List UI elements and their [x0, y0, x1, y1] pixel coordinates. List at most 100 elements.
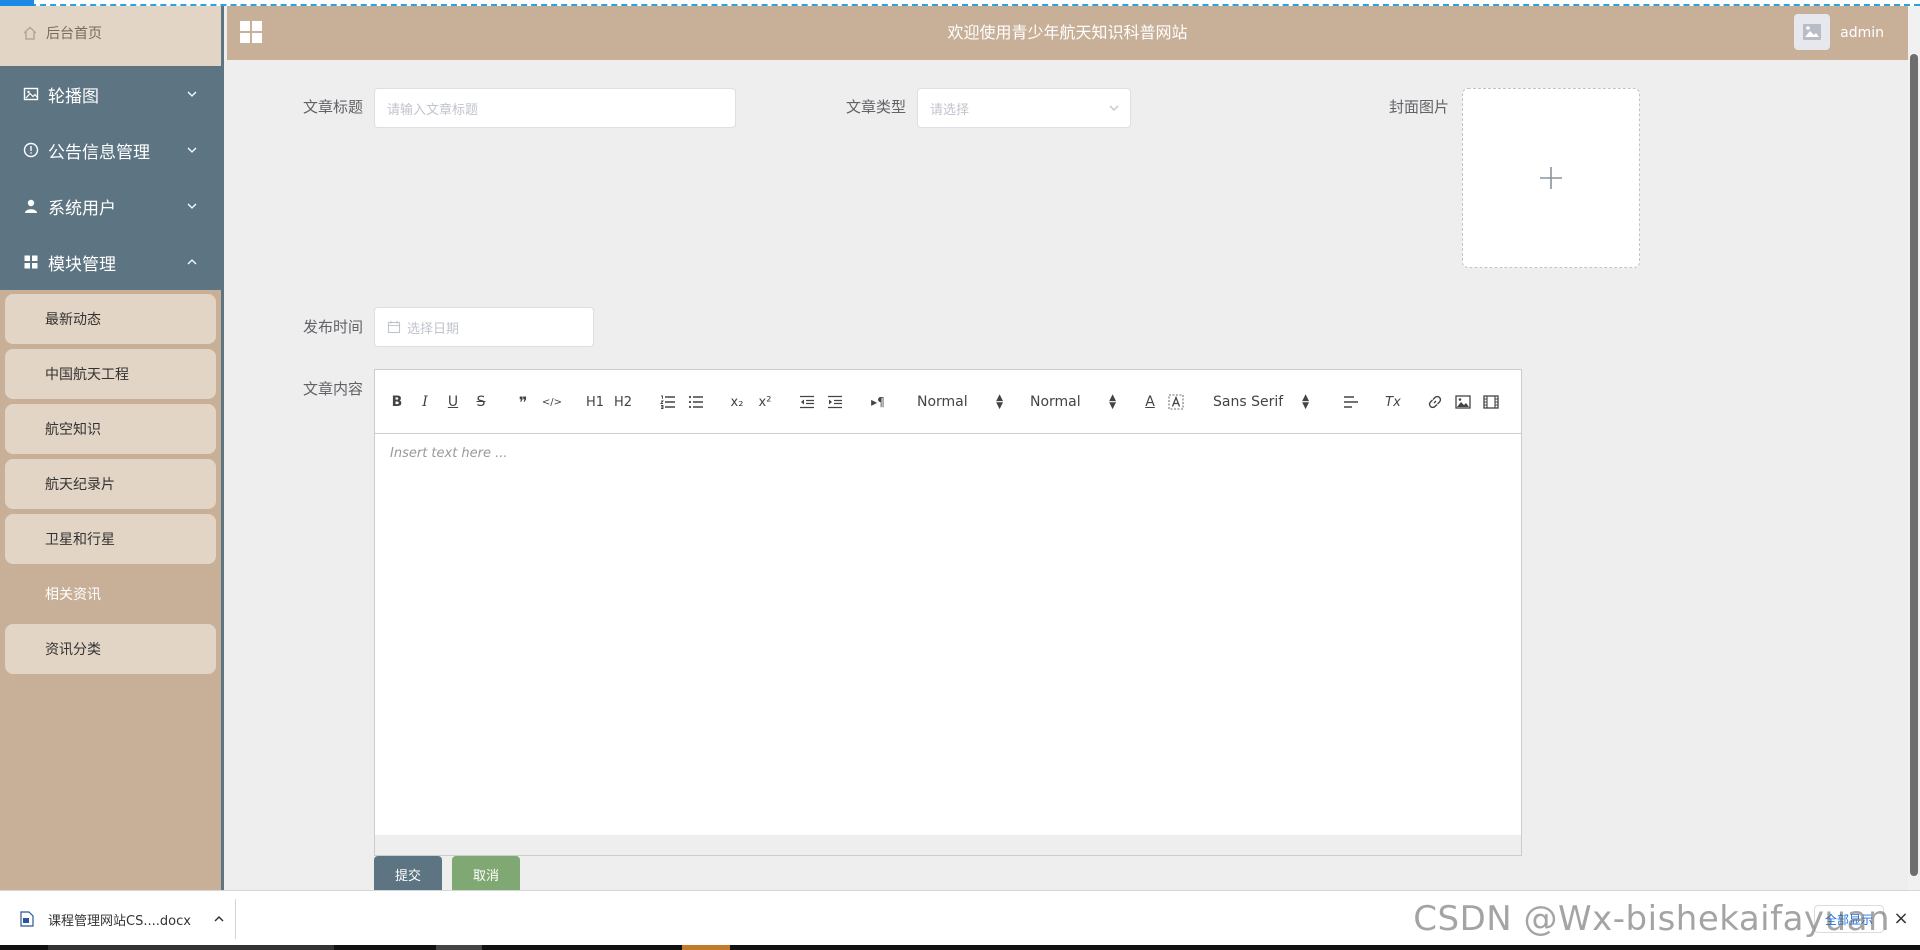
home-icon — [23, 26, 37, 40]
font-picker-label: Sans Serif — [1213, 394, 1284, 410]
top-header: 欢迎使用青少年航天知识科普网站 admin — [227, 6, 1908, 60]
chevron-down-icon — [187, 203, 197, 209]
submenu-item-aviation-knowledge[interactable]: 航空知识 — [5, 404, 216, 454]
sidebar-home-label: 后台首页 — [46, 26, 102, 42]
text-direction-button[interactable]: ▸¶ — [867, 392, 889, 412]
underline-button[interactable]: U — [443, 392, 463, 412]
strike-button[interactable]: S — [471, 392, 491, 412]
date-label: 发布时间 — [302, 318, 363, 336]
updown-arrows-icon: ▲ ▼ — [1109, 393, 1116, 411]
os-taskbar-strip — [0, 945, 1920, 950]
cover-label: 封面图片 — [1388, 98, 1449, 116]
submenu-item-label: 最新动态 — [45, 312, 101, 328]
code-block-button[interactable]: </> — [541, 392, 563, 412]
cancel-button[interactable]: 取消 — [452, 856, 520, 892]
background-color-icon[interactable] — [1166, 392, 1186, 412]
font-picker[interactable]: Sans Serif ▲ ▼ — [1213, 392, 1309, 412]
bold-button[interactable]: B — [387, 392, 407, 412]
size-picker[interactable]: Normal ▲ ▼ — [1030, 392, 1116, 412]
submenu-item-news-categories[interactable]: 资讯分类 — [5, 624, 216, 674]
csdn-watermark: CSDN @Wx-bishekaifayuan — [1413, 899, 1890, 939]
submenu-item-china-space-engineering[interactable]: 中国航天工程 — [5, 349, 216, 399]
type-select[interactable]: 请选择 — [917, 88, 1131, 128]
sidebar-item-module-management[interactable]: 模块管理 — [0, 234, 221, 290]
updown-arrows-icon: ▲ ▼ — [996, 393, 1003, 411]
sidebar-item-label: 系统用户 — [48, 198, 116, 219]
taskbar-segment — [436, 945, 482, 950]
close-download-bar-icon[interactable]: × — [1890, 908, 1912, 930]
download-separator — [235, 899, 236, 939]
updown-arrows-icon: ▲ ▼ — [1302, 393, 1309, 411]
sidebar-item-carousel[interactable]: 轮播图 — [0, 66, 221, 122]
type-placeholder: 请选择 — [930, 102, 970, 118]
link-icon[interactable] — [1425, 392, 1445, 412]
submenu-item-label: 资讯分类 — [45, 642, 101, 658]
submenu-item-latest-news[interactable]: 最新动态 — [5, 294, 216, 344]
ordered-list-icon[interactable] — [658, 392, 678, 412]
submenu-item-satellites-planets[interactable]: 卫星和行星 — [5, 514, 216, 564]
align-icon[interactable] — [1341, 392, 1361, 412]
sidebar: 后台首页 轮播图 公告信息管理 系统用户 模块管理 最新动态 中国航天工程 航空… — [0, 0, 224, 890]
date-picker-input[interactable]: 选择日期 — [374, 307, 594, 347]
image-icon — [22, 85, 40, 103]
subscript-button[interactable]: x₂ — [727, 392, 747, 412]
calendar-icon — [387, 321, 401, 334]
sidebar-item-announcements[interactable]: 公告信息管理 — [0, 122, 221, 178]
title-input[interactable]: 请输入文章标题 — [374, 88, 736, 128]
insert-video-icon[interactable] — [1481, 392, 1501, 412]
avatar-image-icon — [1803, 24, 1821, 40]
sidebar-item-label: 公告信息管理 — [48, 142, 150, 163]
bullet-list-icon[interactable] — [686, 392, 706, 412]
italic-button[interactable]: I — [415, 392, 435, 412]
scrollbar-thumb[interactable] — [1910, 54, 1918, 876]
avatar[interactable] — [1794, 14, 1830, 50]
info-circle-icon — [22, 141, 40, 159]
taskbar-segment — [682, 945, 730, 950]
editor-toolbar: B I U S ❞ </> H1 H2 x₂ x² ▸¶ Normal ▲ ▼ N… — [375, 370, 1521, 434]
sidebar-item-system-users[interactable]: 系统用户 — [0, 178, 221, 234]
title-placeholder: 请输入文章标题 — [387, 102, 479, 118]
username[interactable]: admin — [1840, 6, 1884, 60]
superscript-button[interactable]: x² — [755, 392, 775, 412]
text-color-button[interactable]: A — [1140, 392, 1160, 412]
submit-button[interactable]: 提交 — [374, 856, 442, 892]
submenu-item-space-documentaries[interactable]: 航天纪录片 — [5, 459, 216, 509]
submenu-item-label: 相关资讯 — [45, 587, 101, 603]
date-placeholder: 选择日期 — [407, 321, 460, 337]
sidebar-item-label: 模块管理 — [48, 254, 116, 275]
header2-button[interactable]: H2 — [611, 392, 635, 412]
chevron-down-icon — [187, 147, 197, 153]
outdent-icon[interactable] — [797, 392, 817, 412]
editor-content-area[interactable]: Insert text here ... — [375, 434, 1521, 836]
indent-icon[interactable] — [825, 392, 845, 412]
page-load-strip — [0, 0, 1920, 6]
submenu-item-related-news[interactable]: 相关资讯 — [5, 569, 216, 619]
editor-bottom-strip — [375, 835, 1521, 855]
blockquote-button[interactable]: ❞ — [513, 392, 533, 412]
plus-icon — [1540, 167, 1562, 189]
module-submenu: 最新动态 中国航天工程 航空知识 航天纪录片 卫星和行星 相关资讯 资讯分类 — [0, 290, 221, 681]
chevron-down-icon — [187, 91, 197, 97]
sidebar-menu-group: 轮播图 公告信息管理 系统用户 模块管理 — [0, 66, 221, 290]
size-picker-label: Normal — [1030, 394, 1081, 410]
header1-button[interactable]: H1 — [583, 392, 607, 412]
rich-text-editor[interactable]: B I U S ❞ </> H1 H2 x₂ x² ▸¶ Normal ▲ ▼ N… — [374, 369, 1522, 856]
load-progress — [0, 0, 34, 6]
sidebar-home-item[interactable]: 后台首页 — [0, 0, 221, 66]
editor-placeholder: Insert text here ... — [390, 446, 508, 461]
sidebar-item-label: 轮播图 — [48, 86, 99, 107]
insert-image-icon[interactable] — [1453, 392, 1473, 412]
download-item[interactable]: 课程管理网站CS....docx — [0, 891, 235, 947]
page-scrollbar[interactable] — [1908, 6, 1920, 890]
chevron-up-icon[interactable] — [213, 913, 225, 925]
submenu-item-label: 中国航天工程 — [45, 367, 129, 383]
submenu-item-label: 航空知识 — [45, 422, 101, 438]
cover-upload[interactable] — [1462, 88, 1640, 268]
taskbar-segment — [48, 945, 334, 950]
clean-format-button[interactable]: Tx — [1383, 392, 1403, 412]
download-file-name: 课程管理网站CS....docx — [48, 913, 191, 929]
title-label: 文章标题 — [302, 98, 363, 116]
type-label: 文章类型 — [845, 98, 906, 116]
browser-download-bar: 课程管理网站CS....docx 全部显示 CSDN @Wx-bishekaif… — [0, 890, 1920, 950]
header-picker[interactable]: Normal ▲ ▼ — [917, 392, 1003, 412]
